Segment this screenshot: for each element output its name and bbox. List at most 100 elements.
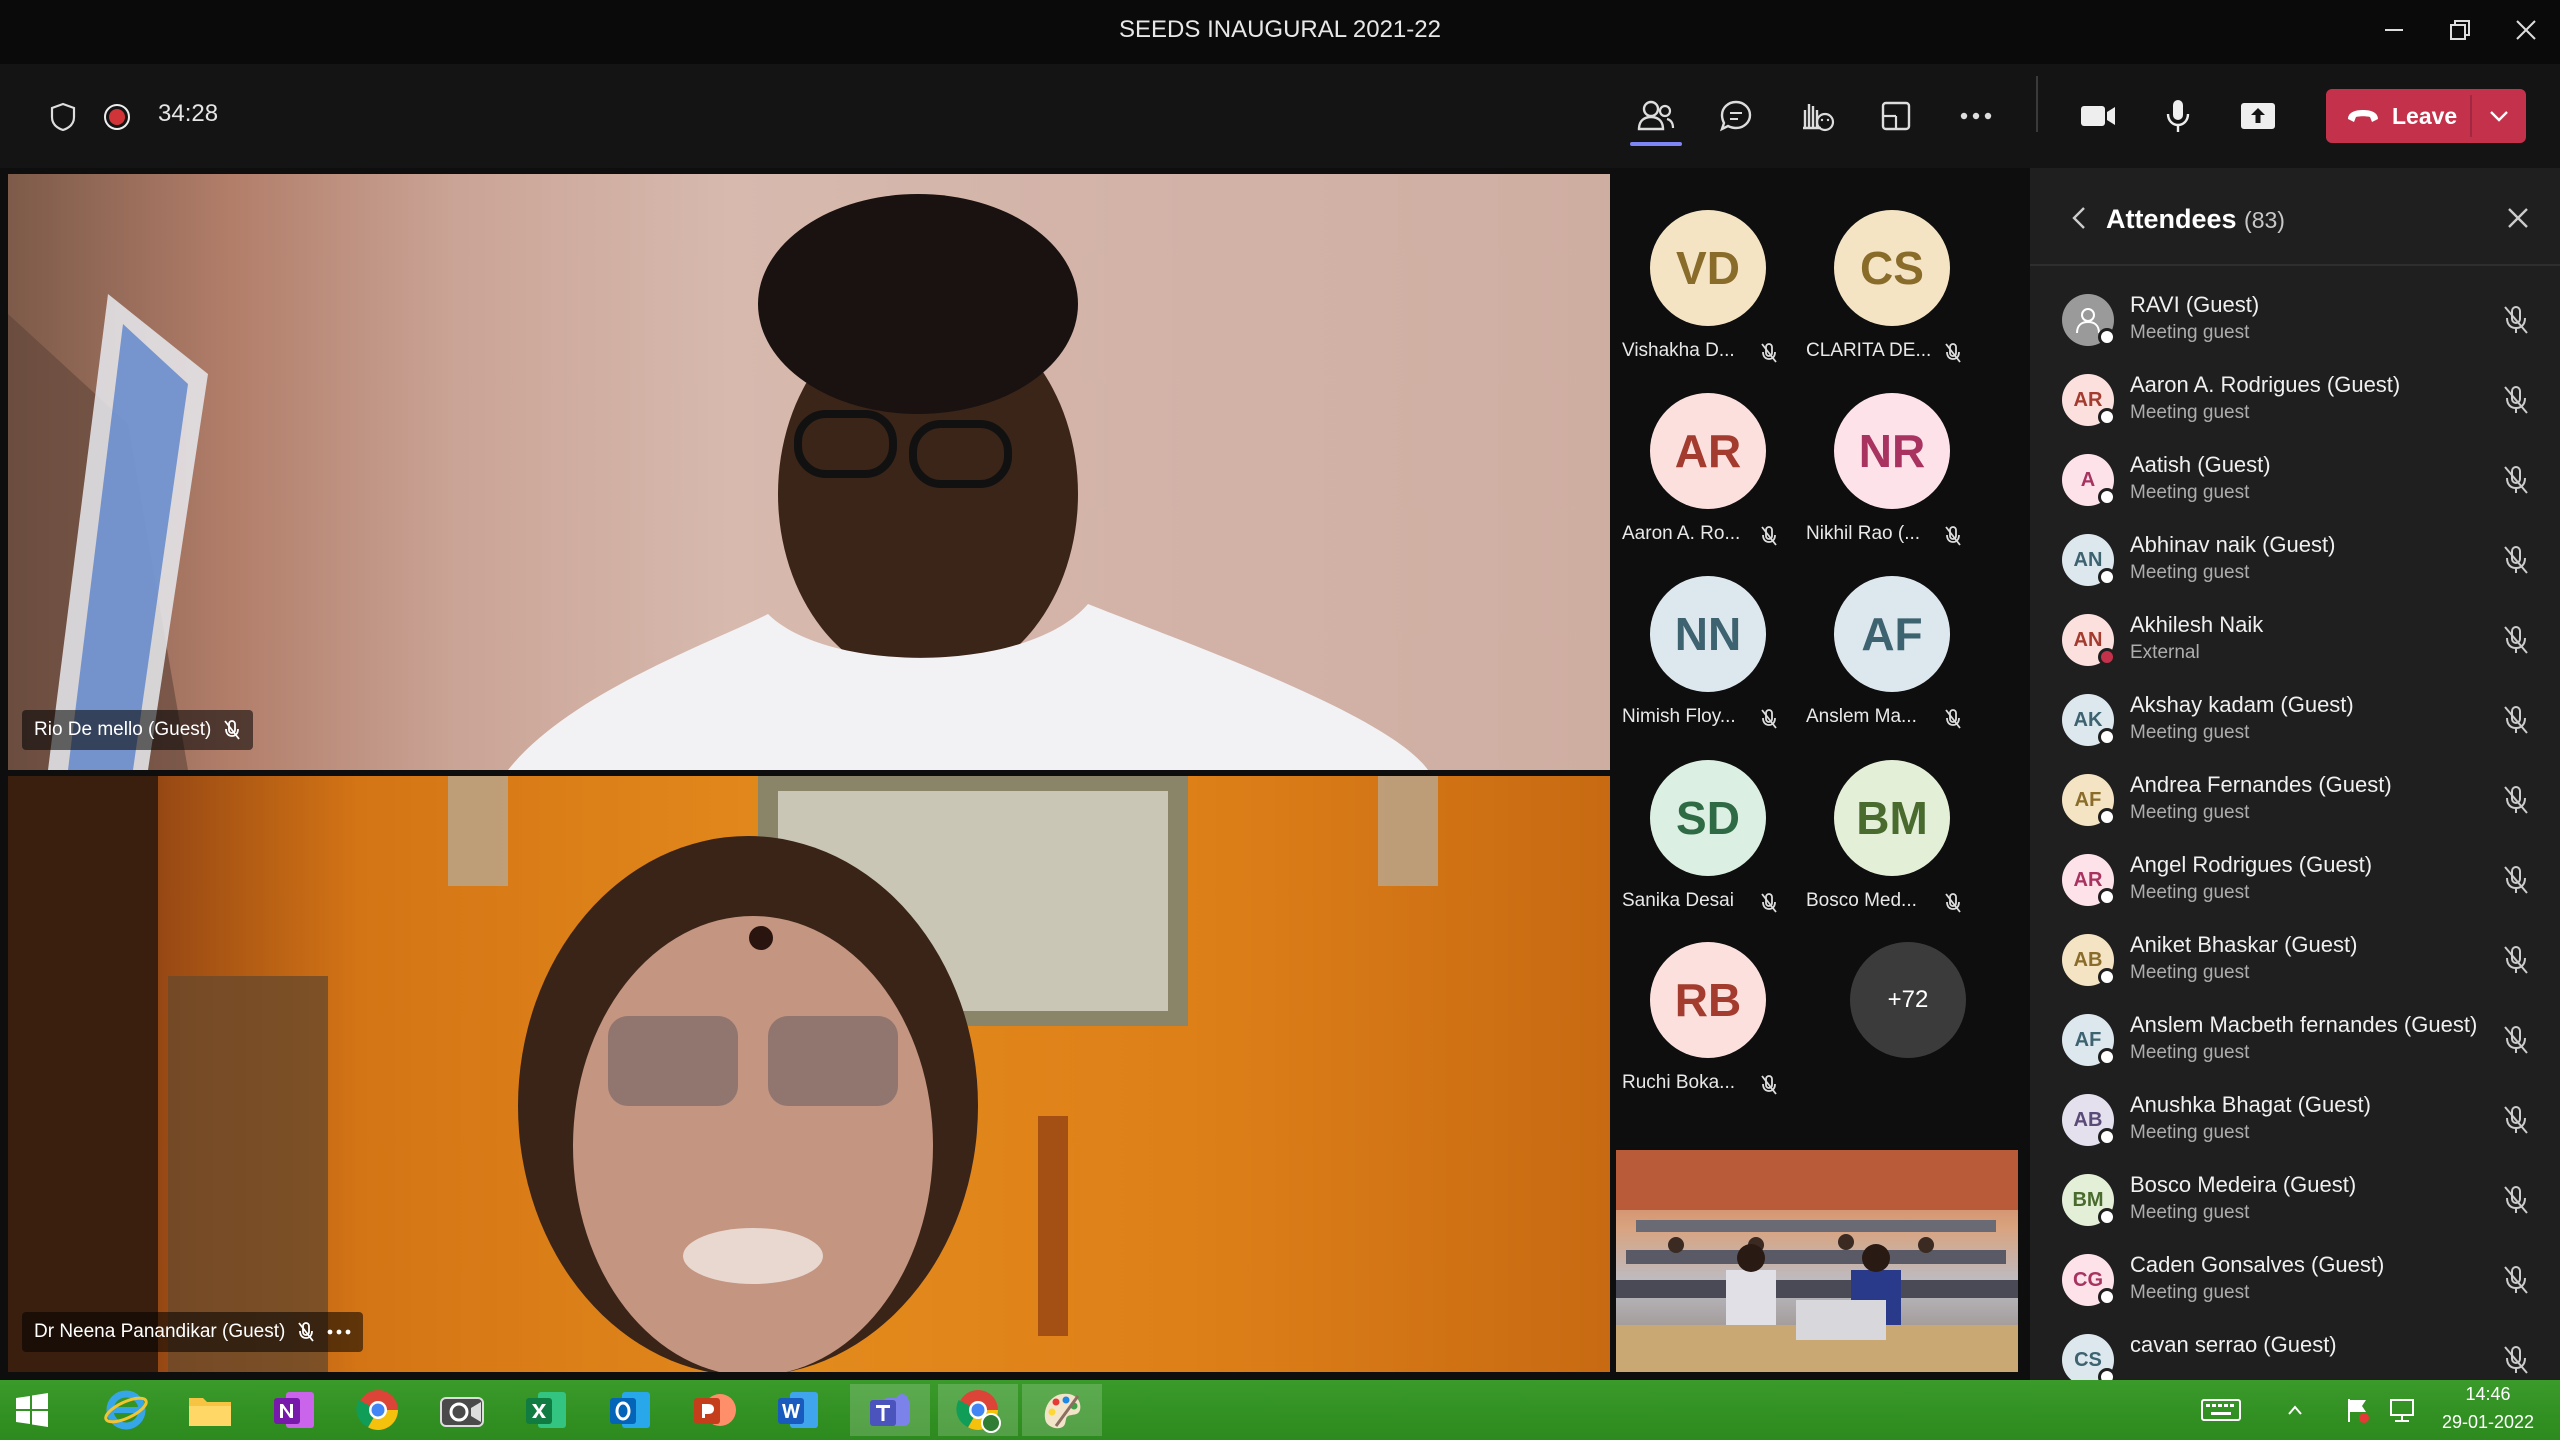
attendee-row[interactable]: RAVI (Guest) Meeting guest — [2030, 280, 2560, 360]
taskbar-teams[interactable] — [850, 1384, 930, 1436]
window-title: SEEDS INAUGURAL 2021-22 — [1119, 16, 1441, 43]
attendee-row[interactable]: AN Abhinav naik (Guest) Meeting guest — [2030, 520, 2560, 600]
participants-button[interactable] — [1632, 94, 1680, 138]
close-window-button[interactable] — [2494, 0, 2558, 60]
taskbar-onenote[interactable] — [254, 1384, 334, 1436]
taskbar-camera-app[interactable] — [422, 1384, 502, 1436]
minimize-button[interactable] — [2362, 0, 2426, 60]
restore-button[interactable] — [2428, 0, 2492, 60]
camera-toggle-button[interactable] — [2074, 94, 2122, 138]
back-button[interactable] — [2066, 204, 2094, 232]
more-participants-count[interactable]: +72 — [1850, 942, 1966, 1058]
gallery-tile[interactable]: NR Nikhil Rao (... — [1806, 393, 1976, 563]
muted-mic-icon — [2504, 946, 2528, 974]
gallery-tile[interactable]: AF Anslem Ma... — [1806, 576, 1976, 746]
avatar: SD — [1650, 760, 1766, 876]
gallery-tile[interactable]: AR Aaron A. Ro... — [1622, 393, 1792, 563]
chat-button[interactable] — [1712, 94, 1760, 138]
meeting-timer: 34:28 — [158, 100, 219, 127]
gallery-tile[interactable]: RB Ruchi Boka... — [1622, 942, 1792, 1112]
reactions-button[interactable] — [1792, 94, 1840, 138]
taskbar-file-explorer[interactable] — [170, 1384, 250, 1436]
restore-icon — [2450, 20, 2470, 40]
clock-date[interactable]: 29-01-2022 — [2428, 1412, 2548, 1433]
network-button[interactable] — [2384, 1384, 2420, 1436]
muted-mic-icon — [2504, 1106, 2528, 1134]
attendee-row[interactable]: AF Anslem Macbeth fernandes (Guest) Meetin… — [2030, 1000, 2560, 1080]
muted-mic-icon — [2504, 626, 2528, 654]
attendee-row[interactable]: AB Anushka Bhagat (Guest) Meeting guest — [2030, 1080, 2560, 1160]
leave-button[interactable]: Leave — [2326, 89, 2526, 143]
excel-icon — [526, 1392, 566, 1428]
taskbar-internet-explorer[interactable] — [86, 1384, 166, 1436]
active-tab-indicator — [1630, 142, 1682, 146]
attendee-row[interactable]: AR Angel Rodrigues (Guest) Meeting guest — [2030, 840, 2560, 920]
mic-toggle-button[interactable] — [2154, 94, 2202, 138]
taskbar-excel[interactable] — [506, 1384, 586, 1436]
teams-meeting-window: SEEDS INAUGURAL 2021-22 34:28 Leave Rio … — [0, 0, 2560, 1440]
self-view-video[interactable] — [1616, 1150, 2018, 1372]
close-icon — [2516, 20, 2536, 40]
tile-participant-name: Aaron A. Ro... — [1622, 523, 1741, 544]
more-icon[interactable] — [327, 1328, 351, 1336]
attendee-row[interactable]: AF Andrea Fernandes (Guest) Meeting guest — [2030, 760, 2560, 840]
gallery-tile[interactable]: SD Sanika Desai — [1622, 760, 1792, 930]
chevron-down-icon — [2490, 111, 2508, 122]
taskbar-chrome-profile[interactable] — [938, 1384, 1018, 1436]
attendee-name: Angel Rodrigues (Guest) — [2130, 852, 2373, 877]
gallery-tile[interactable]: NN Nimish Floy... — [1622, 576, 1792, 746]
share-icon — [2241, 103, 2275, 129]
taskbar-paint[interactable] — [1022, 1384, 1102, 1436]
windows-taskbar: 14:46 29-01-2022 — [0, 1380, 2560, 1440]
leave-options-button[interactable] — [2472, 89, 2526, 143]
attendee-row[interactable]: AN Akhilesh Naik External — [2030, 600, 2560, 680]
avatar: AR — [1650, 393, 1766, 509]
taskbar-outlook[interactable] — [590, 1384, 670, 1436]
taskbar-word[interactable] — [758, 1384, 838, 1436]
video-feed-1[interactable]: Rio De mello (Guest) — [8, 174, 1610, 770]
muted-mic-icon — [1945, 709, 1961, 729]
more-participants-tile[interactable]: +72 — [1822, 942, 1992, 1112]
attendee-row[interactable]: A Aatish (Guest) Meeting guest — [2030, 440, 2560, 520]
meeting-info-button[interactable] — [46, 100, 80, 134]
leave-main-button[interactable]: Leave — [2326, 89, 2470, 143]
participant-name: Dr Neena Panandikar (Guest) — [34, 1321, 286, 1342]
presence-indicator — [2098, 328, 2116, 346]
attendee-role: Meeting guest — [2130, 322, 2250, 343]
action-center-flag-button[interactable] — [2340, 1384, 2376, 1436]
rooms-button[interactable] — [1872, 94, 1920, 138]
share-content-button[interactable] — [2234, 94, 2282, 138]
presence-indicator — [2098, 1048, 2116, 1066]
attendee-role: Meeting guest — [2130, 402, 2250, 423]
keyboard-button[interactable] — [2196, 1384, 2246, 1436]
gallery-tile[interactable]: CS CLARITA DE... — [1806, 210, 1976, 380]
close-panel-button[interactable] — [2504, 204, 2532, 232]
chevron-up-icon — [2288, 1405, 2302, 1415]
video-stage: Rio De mello (Guest) Dr Neena Panandikar… — [0, 168, 2030, 1380]
taskbar-powerpoint[interactable] — [674, 1384, 754, 1436]
attendee-row[interactable]: AK Akshay kadam (Guest) Meeting guest — [2030, 680, 2560, 760]
clock-time[interactable]: 14:46 — [2428, 1384, 2548, 1405]
more-actions-button[interactable] — [1952, 94, 2000, 138]
gallery-tile[interactable]: VD Vishakha D... — [1622, 210, 1792, 380]
taskbar-chrome[interactable] — [338, 1384, 418, 1436]
show-hidden-icons-button[interactable] — [2280, 1384, 2310, 1436]
participants-icon — [1637, 100, 1675, 131]
tile-participant-name: Sanika Desai — [1622, 890, 1734, 911]
attendee-row[interactable]: AB Aniket Bhaskar (Guest) Meeting guest — [2030, 920, 2560, 1000]
muted-mic-icon — [2504, 1186, 2528, 1214]
presence-indicator — [2098, 808, 2116, 826]
video-feed-2[interactable]: Dr Neena Panandikar (Guest) — [8, 776, 1610, 1372]
start-button[interactable] — [0, 1384, 64, 1436]
attendee-row[interactable]: BM Bosco Medeira (Guest) Meeting guest — [2030, 1160, 2560, 1240]
attendee-name: Akhilesh Naik — [2130, 612, 2264, 637]
gallery-tile[interactable]: BM Bosco Med... — [1806, 760, 1976, 930]
muted-mic-icon — [298, 1322, 315, 1342]
attendee-row[interactable]: CG Caden Gonsalves (Guest) Meeting guest — [2030, 1240, 2560, 1320]
teams-icon — [870, 1394, 910, 1426]
attendee-name: Anushka Bhagat (Guest) — [2130, 1092, 2371, 1117]
video-frame-2 — [8, 776, 1438, 1372]
tile-participant-name: Vishakha D... — [1622, 340, 1735, 361]
attendee-row[interactable]: AR Aaron A. Rodrigues (Guest) Meeting gues… — [2030, 360, 2560, 440]
file-explorer-icon — [189, 1398, 231, 1426]
